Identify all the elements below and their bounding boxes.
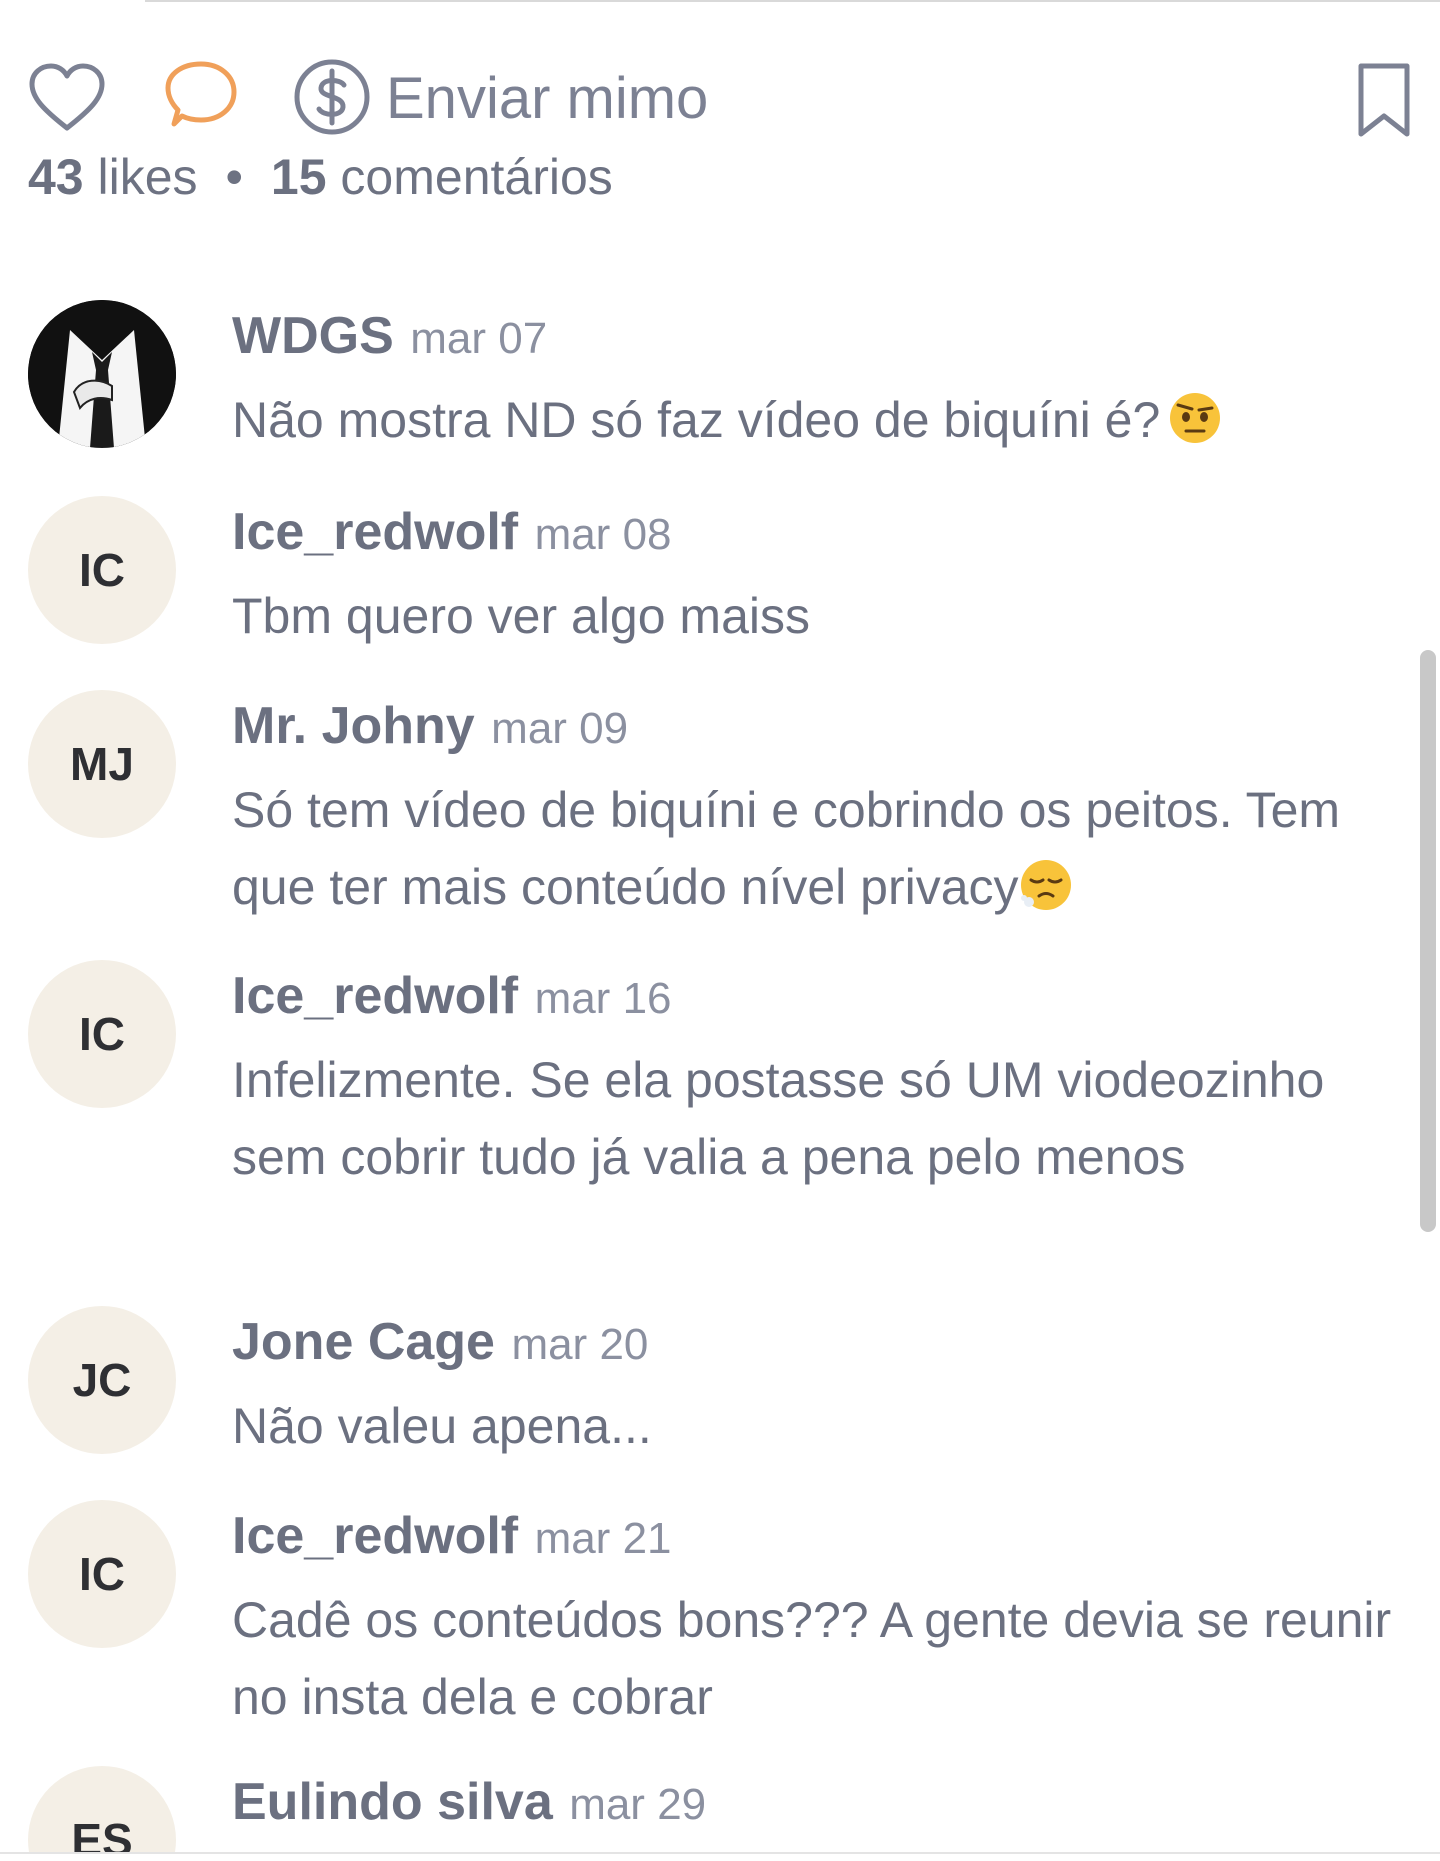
heart-icon[interactable] <box>26 58 108 140</box>
media-bottom-edge <box>145 0 1440 2</box>
post-action-bar: Enviar mimo <box>0 50 1440 150</box>
likes-count: 43 <box>28 149 84 205</box>
avatar[interactable]: IC <box>28 496 176 644</box>
comment-meta: Eulindo silva mar 29 <box>232 1776 706 1828</box>
avatar[interactable]: ES <box>28 1766 176 1852</box>
comment-author[interactable]: Ice_redwolf <box>232 967 518 1025</box>
comment-text-content: Não mostra ND só faz vídeo de biquíni é? <box>232 392 1161 448</box>
comment-author[interactable]: Eulindo silva <box>232 1773 553 1831</box>
comment-author[interactable]: Ice_redwolf <box>232 1507 518 1565</box>
post-stats: 43 likes • 15 comentários <box>28 152 613 202</box>
comment-author[interactable]: Ice_redwolf <box>232 503 518 561</box>
comment-text: Infelizmente. Se ela postasse só UM viod… <box>232 1052 1325 1185</box>
send-tip-label: Enviar mimo <box>386 66 709 131</box>
comment-date: mar 09 <box>491 704 629 753</box>
comment-meta: WDGS mar 07 <box>232 310 547 362</box>
comment-text: Só tem vídeo de biquíni e cobrindo os pe… <box>232 772 1392 926</box>
avatar[interactable]: MJ <box>28 690 176 838</box>
comment-text-content: Só tem vídeo de biquíni e cobrindo os pe… <box>232 782 1341 915</box>
comments-label[interactable]: comentários <box>340 149 612 205</box>
comment-meta: Ice_redwolf mar 08 <box>232 506 672 558</box>
comment-bubble-icon[interactable] <box>160 58 242 140</box>
comment-text: Tbm quero ver algo maiss <box>232 588 811 644</box>
raised-eyebrow-face-icon <box>1168 390 1222 444</box>
comment-meta: Mr. Johny mar 09 <box>232 700 628 752</box>
avatar[interactable]: IC <box>28 960 176 1108</box>
stats-separator: • <box>225 149 243 205</box>
comment-meta: Ice_redwolf mar 21 <box>232 1510 672 1562</box>
comment-meta: Jone Cage mar 20 <box>232 1316 648 1368</box>
comment-date: mar 29 <box>569 1780 707 1829</box>
likes-label[interactable]: likes <box>98 149 198 205</box>
dollar-circle-icon <box>292 57 372 142</box>
bookmark-icon[interactable] <box>1353 60 1415 140</box>
avatar[interactable]: JC <box>28 1306 176 1454</box>
send-tip-button[interactable]: Enviar mimo <box>292 58 708 140</box>
comment-date: mar 16 <box>534 974 672 1023</box>
comments-count: 15 <box>270 149 327 205</box>
comment-text: Não mostra ND só faz vídeo de biquíni é? <box>232 382 1392 459</box>
comment-item: ES Eulindo silva mar 29 <box>0 1766 1400 1852</box>
comment-date: mar 07 <box>410 314 548 363</box>
comment-author[interactable]: WDGS <box>232 307 394 365</box>
bottom-divider <box>0 1852 1440 1854</box>
avatar[interactable] <box>28 300 176 448</box>
scrollbar-thumb[interactable] <box>1420 650 1436 1232</box>
face-exhaling-icon <box>1019 857 1073 911</box>
comment-text: Não valeu apena... <box>232 1398 652 1454</box>
comment-date: mar 20 <box>511 1320 649 1369</box>
comment-text: Cadê os conteúdos bons??? A gente devia … <box>232 1592 1392 1725</box>
comment-meta: Ice_redwolf mar 16 <box>232 970 672 1022</box>
comment-date: mar 08 <box>534 510 672 559</box>
comment-author[interactable]: Mr. Johny <box>232 697 475 755</box>
comment-author[interactable]: Jone Cage <box>232 1313 495 1371</box>
comment-date: mar 21 <box>534 1514 672 1563</box>
avatar[interactable]: IC <box>28 1500 176 1648</box>
